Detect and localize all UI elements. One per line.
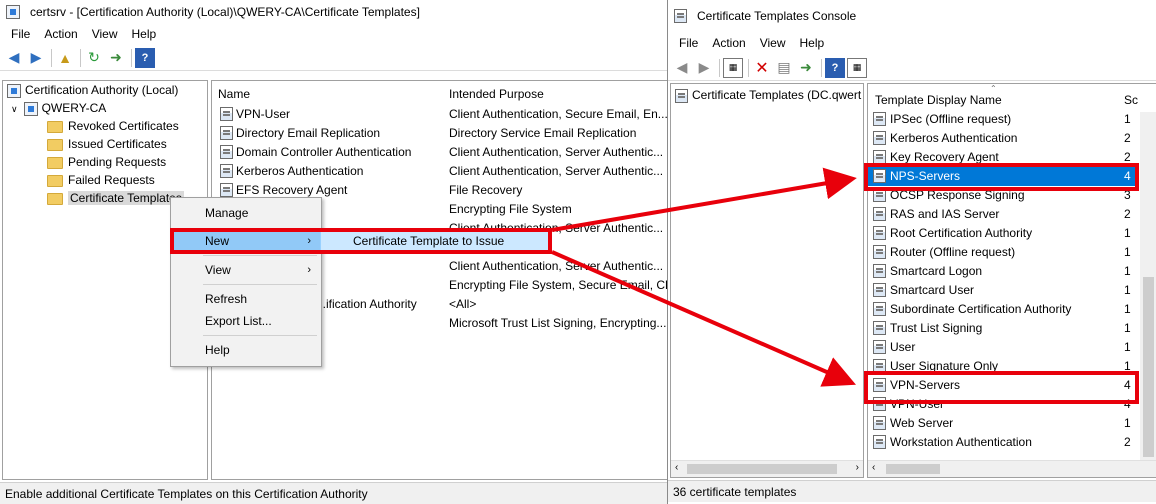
annotation-arrows [551,167,857,387]
arrow-to-nps-servers [551,167,857,232]
arrow-to-vpn-servers [551,250,856,387]
